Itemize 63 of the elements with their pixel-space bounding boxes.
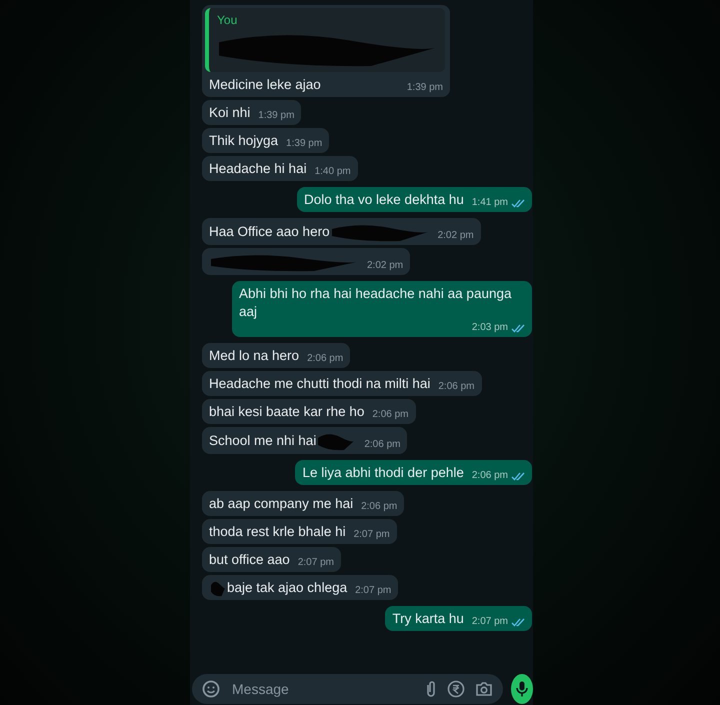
message-text: Haa Office aao hero bbox=[209, 223, 330, 241]
message-bubble[interactable]: Abhi bhi ho rha hai headache nahi aa paunga aaj 2:03 pm bbox=[232, 281, 532, 337]
message-time: 2:06 pm bbox=[361, 500, 398, 514]
message-bubble[interactable]: School me nhi hai 2:06 pm bbox=[202, 427, 408, 454]
attach-icon[interactable] bbox=[425, 680, 437, 698]
message-text: Med lo na hero bbox=[209, 347, 300, 365]
message-time: 2:06 pm bbox=[472, 469, 508, 483]
message-text: but office aao bbox=[209, 551, 290, 569]
sticker-icon[interactable] bbox=[202, 680, 220, 698]
message-bubble[interactable]: Haa Office aao hero 2:02 pm bbox=[202, 218, 481, 245]
message-time: 2:06 pm bbox=[364, 438, 400, 452]
message-time: 2:02 pm bbox=[367, 259, 404, 273]
message-time: 2:07 pm bbox=[298, 556, 334, 570]
message-time: 2:06 pm bbox=[307, 352, 344, 366]
message-bubble[interactable]: Headache hi hai 1:40 pm bbox=[202, 156, 358, 181]
message-time: 1:39 pm bbox=[406, 81, 443, 95]
message-text: Thik hojyga bbox=[209, 132, 278, 150]
message-bubble[interactable]: You Medicine leke ajao 1:39 pm bbox=[202, 5, 450, 97]
message-time: 2:07 pm bbox=[472, 615, 508, 629]
message-text: Koi nhi bbox=[209, 104, 250, 122]
message-bubble[interactable]: Koi nhi 1:39 pm bbox=[202, 100, 302, 125]
message-bubble[interactable]: 2:02 pm bbox=[202, 248, 410, 275]
message-time: 1:39 pm bbox=[258, 109, 294, 123]
message-bubble[interactable]: ab aap company me hai 2:06 pm bbox=[202, 491, 404, 516]
message-bubble[interactable]: Dolo tha vo leke dekhta hu 1:41 pm bbox=[297, 187, 532, 212]
rupee-icon[interactable] bbox=[447, 680, 465, 698]
microphone-button[interactable] bbox=[511, 674, 533, 704]
message-bubble[interactable]: Headache me chutti thodi na milti hai 2:06 pm bbox=[202, 371, 482, 396]
message-text: Headache me chutti thodi na milti hai bbox=[209, 375, 430, 393]
message-text: Try karta hu bbox=[392, 610, 464, 628]
camera-icon[interactable] bbox=[475, 681, 493, 697]
message-text: Dolo tha vo leke dekhta hu bbox=[304, 191, 464, 209]
message-time: 1:39 pm bbox=[286, 137, 322, 151]
message-text: baje tak ajao chlega bbox=[227, 579, 348, 597]
message-text: Medicine leke ajao bbox=[209, 76, 321, 94]
message-text: ab aap company me hai bbox=[209, 495, 354, 513]
message-bubble[interactable]: Thik hojyga 1:39 pm bbox=[202, 128, 330, 153]
microphone-icon bbox=[516, 681, 528, 697]
message-time: 2:07 pm bbox=[355, 584, 392, 598]
message-text: Le liya abhi thodi der pehle bbox=[302, 464, 464, 482]
message-input[interactable]: Message bbox=[230, 678, 415, 700]
quoted-message[interactable]: You bbox=[205, 8, 445, 72]
message-time: 1:40 pm bbox=[314, 165, 351, 179]
message-text: Headache hi hai bbox=[209, 160, 307, 178]
message-time: 1:41 pm bbox=[472, 196, 508, 210]
message-time: 2:03 pm bbox=[472, 321, 508, 335]
message-bubble[interactable]: Le liya abhi thodi der pehle 2:06 pm bbox=[295, 460, 532, 485]
quote-author: You bbox=[217, 12, 238, 29]
message-text: thoda rest krle bhale hi bbox=[209, 523, 346, 541]
message-bubble[interactable]: Try karta hu 2:07 pm bbox=[385, 606, 532, 631]
message-time: 2:07 pm bbox=[354, 528, 390, 542]
message-bubble[interactable]: thoda rest krle bhale hi 2:07 pm bbox=[202, 519, 397, 544]
message-bubble[interactable]: bhai kesi baate kar rhe ho 2:06 pm bbox=[202, 399, 416, 424]
message-field[interactable]: Message bbox=[192, 674, 503, 704]
message-time: 2:06 pm bbox=[372, 408, 408, 422]
message-bubble[interactable]: Med lo na hero 2:06 pm bbox=[202, 343, 350, 368]
message-text: Abhi bhi ho rha hai headache nahi aa paunga aaj bbox=[239, 285, 512, 321]
message-text: School me nhi hai bbox=[209, 432, 316, 450]
message-time: 2:06 pm bbox=[438, 380, 475, 394]
message-bubble[interactable]: but office aao 2:07 pm bbox=[202, 547, 341, 572]
message-text: bhai kesi baate kar rhe ho bbox=[209, 403, 364, 421]
message-time: 2:02 pm bbox=[438, 229, 474, 243]
message-bubble[interactable]: baje tak ajao chlega 2:07 pm bbox=[202, 575, 398, 600]
